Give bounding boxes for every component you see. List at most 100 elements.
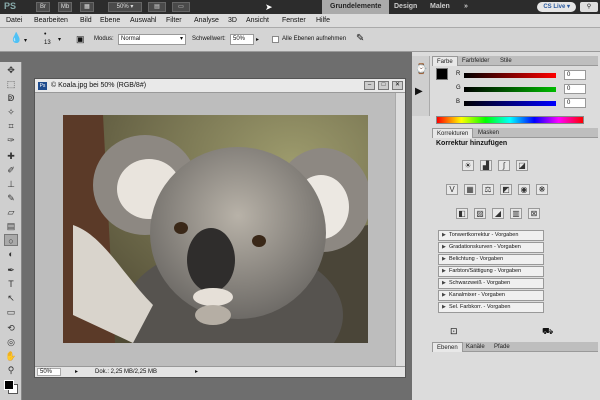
document-title-bar[interactable]: Ps © Koala.jpg bei 50% (RGB/8#) – □ ✕ [35, 79, 405, 93]
black-white-icon[interactable]: ◩ [500, 184, 512, 195]
modus-select[interactable]: Normal ▾ [118, 34, 186, 45]
type-tool-icon[interactable]: T [4, 278, 18, 290]
status-arrow-icon[interactable]: ▸ [75, 367, 78, 378]
3d-rotate-tool-icon[interactable]: ⟲ [4, 322, 18, 334]
path-selection-tool-icon[interactable]: ↖ [4, 292, 18, 304]
crop-tool-icon[interactable]: ⌗ [4, 120, 18, 132]
preset-schwarzweiss[interactable]: ▶ Schwarzweiß - Vorgaben [438, 278, 544, 289]
cs-live-button[interactable]: CS Live ▾ [537, 2, 576, 12]
tool-preset-arrow-icon[interactable]: ▾ [24, 37, 27, 44]
brush-dropdown-icon[interactable]: ▾ [58, 36, 61, 43]
healing-brush-tool-icon[interactable]: ✚ [4, 150, 18, 162]
gradient-tool-icon[interactable]: ▤ [4, 220, 18, 232]
more-workspaces-button[interactable]: » [456, 0, 476, 14]
tab-kanaele[interactable]: Kanäle [462, 342, 489, 352]
zoom-tool-icon[interactable]: ⚲ [4, 364, 18, 376]
tab-masken[interactable]: Masken [474, 128, 503, 138]
brightness-contrast-icon[interactable]: ☀ [462, 160, 474, 171]
brush-panel-icon[interactable]: ▣ [76, 34, 85, 45]
brush-tool-icon[interactable]: ✐ [4, 164, 18, 176]
threshold-icon[interactable]: ◢ [492, 208, 504, 219]
slider-r[interactable]: R 0 [456, 70, 596, 80]
clone-stamp-tool-icon[interactable]: ⊥ [4, 178, 18, 190]
preset-kanalmixer[interactable]: ▶ Kanalmixer - Vorgaben [438, 290, 544, 301]
close-icon[interactable]: ✕ [392, 81, 403, 90]
slider-b-value[interactable]: 0 [564, 98, 586, 108]
search-icon[interactable]: ⚲ [580, 2, 598, 12]
pressure-icon[interactable]: ✎ [356, 33, 364, 44]
menu-ebene[interactable]: Ebene [100, 14, 120, 28]
schwellwert-dropdown-icon[interactable]: ▸ [256, 36, 259, 43]
slider-g-track[interactable] [464, 87, 556, 92]
tab-ebenen[interactable]: Ebenen [432, 342, 463, 352]
slider-r-track[interactable] [464, 73, 556, 78]
minimize-icon[interactable]: – [364, 81, 375, 90]
color-panel-foreground[interactable] [436, 68, 448, 80]
quick-select-tool-icon[interactable]: ✧ [4, 106, 18, 118]
3d-orbit-tool-icon[interactable]: ◎ [4, 336, 18, 348]
posterize-icon[interactable]: ▨ [474, 208, 486, 219]
selective-color-icon[interactable]: ⊠ [528, 208, 540, 219]
workspace-grundelemente[interactable]: Grundelemente [322, 0, 390, 14]
move-tool-icon[interactable]: ✥ [4, 64, 18, 76]
bridge-button[interactable]: Br [36, 2, 50, 12]
hand-tool-icon[interactable]: ✋ [4, 350, 18, 362]
preset-tonwertkorrektur[interactable]: ▶ Tonwertkorrektur - Vorgaben [438, 230, 544, 241]
slider-g-value[interactable]: 0 [564, 84, 586, 94]
alle-ebenen-checkbox[interactable] [272, 36, 279, 43]
menu-bearbeiten[interactable]: Bearbeiten [34, 14, 68, 28]
menu-filter[interactable]: Filter [166, 14, 182, 28]
lasso-tool-icon[interactable]: ↁ [4, 92, 18, 104]
minibridge-button[interactable]: Mb [58, 2, 72, 12]
menu-auswahl[interactable]: Auswahl [130, 14, 156, 28]
slider-b[interactable]: B 0 [456, 98, 596, 108]
eyedropper-tool-icon[interactable]: ✑ [4, 134, 18, 146]
menu-hilfe[interactable]: Hilfe [316, 14, 330, 28]
levels-icon[interactable]: ▟ [480, 160, 492, 171]
vertical-scrollbar[interactable] [395, 93, 405, 367]
color-balance-icon[interactable]: ⚖ [482, 184, 494, 195]
koala-photo[interactable] [63, 115, 368, 343]
menu-ansicht[interactable]: Ansicht [246, 14, 269, 28]
menu-3d[interactable]: 3D [228, 14, 237, 28]
foreground-color-swatch[interactable] [4, 380, 14, 390]
history-brush-tool-icon[interactable]: ✎ [4, 192, 18, 204]
menu-datei[interactable]: Datei [6, 14, 22, 28]
menu-bild[interactable]: Bild [80, 14, 92, 28]
tab-farbe[interactable]: Farbe [432, 56, 458, 66]
tab-farbfelder[interactable]: Farbfelder [458, 56, 493, 66]
new-layer-icon[interactable]: ⛟ [542, 326, 553, 338]
menu-fenster[interactable]: Fenster [282, 14, 306, 28]
canvas-area[interactable] [35, 93, 395, 367]
channel-mixer-icon[interactable]: ❋ [536, 184, 548, 195]
tab-pfade[interactable]: Pfade [490, 342, 514, 352]
photo-filter-icon[interactable]: ◉ [518, 184, 530, 195]
color-spectrum-bar[interactable] [436, 116, 584, 124]
history-panel-icon[interactable]: ⌚ [415, 64, 427, 75]
workspace-design[interactable]: Design [386, 0, 425, 14]
pen-tool-icon[interactable]: ✒ [4, 264, 18, 276]
preset-belichtung[interactable]: ▶ Belichtung - Vorgaben [438, 254, 544, 265]
workspace-malen[interactable]: Malen [422, 0, 458, 14]
curves-icon[interactable]: ∫ [498, 160, 510, 171]
preset-gradationskurven[interactable]: ▶ Gradationskurven - Vorgaben [438, 242, 544, 253]
hue-saturation-icon[interactable]: ▦ [464, 184, 476, 195]
brush-preview-icon[interactable]: • [44, 31, 46, 38]
eraser-tool-icon[interactable]: ▱ [4, 206, 18, 218]
actions-panel-icon[interactable]: ▶ [415, 86, 423, 97]
slider-r-value[interactable]: 0 [564, 70, 586, 80]
slider-b-track[interactable] [464, 101, 556, 106]
menu-analyse[interactable]: Analyse [194, 14, 219, 28]
screen-mode-button[interactable]: ▭ [172, 2, 190, 12]
zoom-level-field[interactable]: 50% [37, 368, 61, 376]
status-menu-icon[interactable]: ▸ [195, 367, 198, 378]
slider-g[interactable]: G 0 [456, 84, 596, 94]
vibrance-icon[interactable]: V [446, 184, 458, 195]
preset-farbton-saettigung[interactable]: ▶ Farbton/Sättigung - Vorgaben [438, 266, 544, 277]
blur-tool-icon[interactable]: ○ [4, 234, 18, 246]
view-extras-button[interactable]: ▦ [80, 2, 94, 12]
tab-stile[interactable]: Stile [496, 56, 516, 66]
invert-icon[interactable]: ◧ [456, 208, 468, 219]
gradient-map-icon[interactable]: ▥ [510, 208, 522, 219]
dodge-tool-icon[interactable]: ◐ [4, 248, 18, 260]
